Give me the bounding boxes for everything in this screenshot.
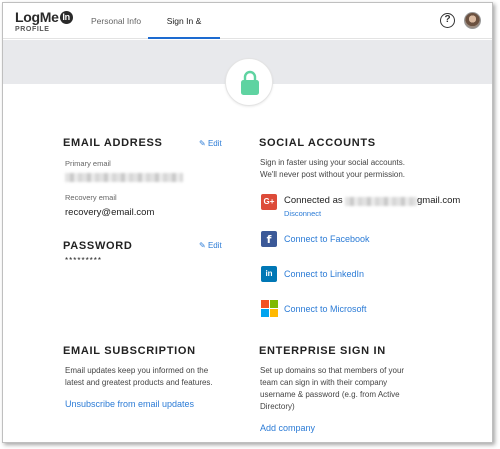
lock-badge: [225, 58, 273, 106]
subscription-description-line1: Email updates keep you informed on the: [65, 366, 209, 375]
email-address-heading: EMAIL ADDRESS: [63, 137, 163, 149]
social-accounts-heading: SOCIAL ACCOUNTS: [259, 137, 376, 149]
email-edit-label: Edit: [207, 139, 222, 148]
google-plus-icon: G+: [261, 194, 277, 210]
email-edit-link[interactable]: ✎ Edit: [199, 139, 222, 148]
facebook-icon: f: [261, 231, 277, 247]
enterprise-description-line3: username & password (e.g. from Active: [260, 390, 400, 399]
primary-email-redacted: [65, 173, 183, 182]
enterprise-description-line2: team can sign in with their company: [260, 378, 388, 387]
help-icon[interactable]: ?: [440, 13, 455, 28]
google-disconnect-link[interactable]: Disconnect: [284, 209, 321, 218]
pencil-icon: ✎: [199, 241, 206, 250]
social-description-line1: Sign in faster using your social account…: [260, 158, 405, 167]
add-company-link[interactable]: Add company: [260, 423, 315, 433]
primary-email-label: Primary email: [65, 159, 111, 168]
linkedin-icon: in: [261, 266, 277, 282]
tab-sign-in-security[interactable]: Sign In & Security: [148, 3, 220, 62]
logo-badge: In: [59, 10, 73, 24]
enterprise-description-line1: Set up domains so that members of your: [260, 366, 405, 375]
avatar[interactable]: [464, 12, 481, 29]
logmein-logo[interactable]: LogMe In PROFILE: [15, 10, 73, 33]
logo-subtitle: PROFILE: [15, 26, 50, 33]
social-description-line2: We'll never post without your permission…: [260, 170, 405, 179]
recovery-email-value: recovery@email.com: [65, 207, 155, 218]
recovery-email-label: Recovery email: [65, 193, 117, 202]
google-email-redacted: [345, 197, 417, 206]
google-connected-prefix: Connected as: [284, 195, 343, 206]
subscription-description-line2: latest and greatest products and feature…: [65, 378, 213, 387]
connect-microsoft-link[interactable]: Connect to Microsoft: [284, 304, 367, 314]
microsoft-icon: [261, 300, 278, 317]
password-edit-link[interactable]: ✎ Edit: [199, 241, 222, 250]
password-heading: PASSWORD: [63, 240, 133, 252]
tab-personal-info[interactable]: Personal Info: [87, 3, 145, 39]
pencil-icon: ✎: [199, 139, 206, 148]
email-subscription-heading: EMAIL SUBSCRIPTION: [63, 345, 196, 357]
password-masked: *********: [65, 256, 103, 265]
app-window: LogMe In PROFILE Personal Info Sign In & …: [2, 2, 493, 443]
enterprise-description-line4: Directory): [260, 402, 295, 411]
top-navigation-bar: LogMe In PROFILE Personal Info Sign In & …: [3, 3, 492, 62]
lock-icon: [241, 70, 259, 95]
google-connected-suffix: gmail.com: [417, 195, 461, 206]
connect-facebook-link[interactable]: Connect to Facebook: [284, 234, 370, 244]
unsubscribe-link[interactable]: Unsubscribe from email updates: [65, 399, 194, 409]
logo-text: LogMe: [15, 9, 59, 25]
password-edit-label: Edit: [207, 241, 222, 250]
enterprise-sign-in-heading: ENTERPRISE SIGN IN: [259, 345, 386, 357]
connect-linkedin-link[interactable]: Connect to LinkedIn: [284, 269, 364, 279]
